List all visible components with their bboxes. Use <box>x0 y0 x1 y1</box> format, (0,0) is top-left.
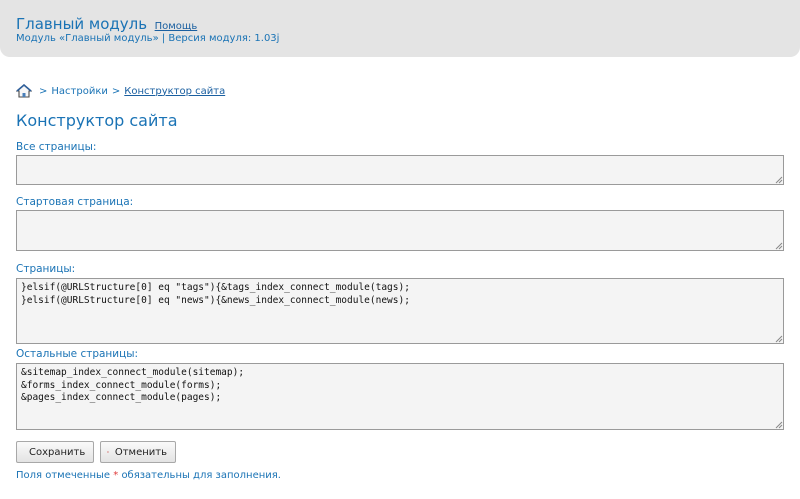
required-note-before: Поля отмеченные <box>16 470 111 481</box>
required-star: * <box>113 470 119 481</box>
breadcrumb-separator: > <box>111 85 121 97</box>
resize-grip-icon[interactable] <box>775 335 783 343</box>
module-title: Главный модуль <box>16 15 148 33</box>
breadcrumb-site-builder[interactable]: Конструктор сайта <box>124 86 225 97</box>
resize-grip-icon[interactable] <box>775 176 783 184</box>
required-note-after: обязательны для заполнения. <box>121 470 281 481</box>
cancel-button[interactable]: Отменить <box>100 441 176 463</box>
pages-label: Страницы: <box>16 263 76 275</box>
module-version: Модуль «Главный модуль» | Версия модуля:… <box>16 33 280 44</box>
help-link[interactable]: Помощь <box>155 21 198 32</box>
red-x-icon <box>107 451 109 453</box>
pages-textarea[interactable]: }elsif(@URLStructure[0] eq "tags"){&tags… <box>16 278 784 344</box>
breadcrumb-separator: > <box>39 85 48 97</box>
breadcrumb: > Настройки > Конструктор сайта <box>16 84 225 98</box>
all-pages-label: Все страницы: <box>16 141 97 153</box>
resize-grip-icon[interactable] <box>775 242 783 250</box>
cancel-button-label: Отменить <box>114 446 167 458</box>
module-title-row: Главный модуль Помощь <box>16 15 197 33</box>
module-header: Главный модуль Помощь Модуль «Главный мо… <box>0 0 800 57</box>
save-button[interactable]: Сохранить <box>16 441 94 463</box>
start-page-textarea[interactable] <box>16 210 784 251</box>
required-fields-note: Поля отмеченные * обязательны для заполн… <box>16 470 281 481</box>
resize-grip-icon[interactable] <box>775 421 783 429</box>
other-pages-textarea[interactable]: &sitemap_index_connect_module(sitemap); … <box>16 363 784 430</box>
home-icon[interactable] <box>16 84 32 98</box>
breadcrumb-settings: Настройки <box>51 85 108 97</box>
other-pages-label: Остальные страницы: <box>16 348 139 360</box>
start-page-label: Стартовая страница: <box>16 196 134 208</box>
page-title: Конструктор сайта <box>16 111 178 130</box>
all-pages-textarea[interactable] <box>16 155 784 185</box>
save-button-label: Сохранить <box>29 446 86 458</box>
